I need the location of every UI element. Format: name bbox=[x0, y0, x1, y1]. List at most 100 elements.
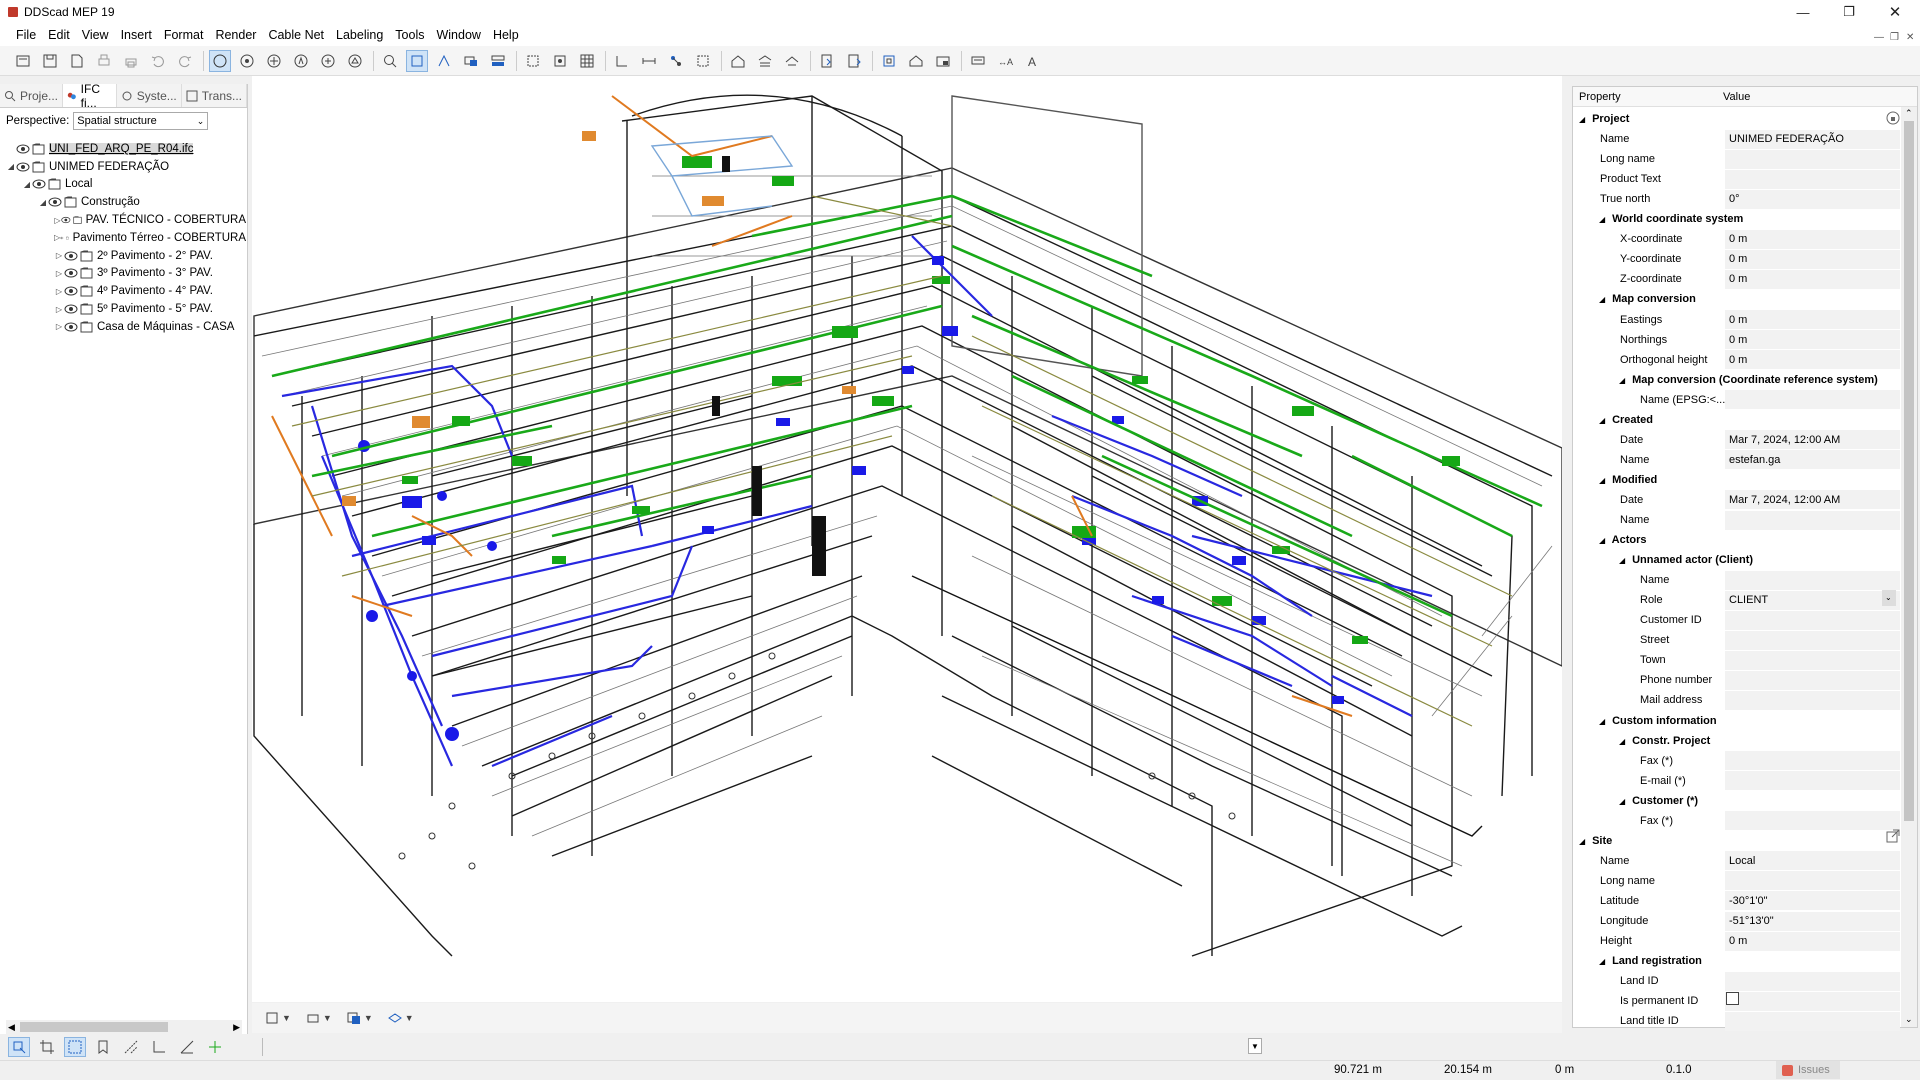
property-value[interactable] bbox=[1725, 811, 1900, 831]
menu-edit[interactable]: Edit bbox=[42, 28, 76, 42]
property-row[interactable]: Eastings 0 m bbox=[1573, 310, 1900, 330]
document-icon[interactable] bbox=[66, 50, 88, 72]
property-row[interactable]: Y-coordinate 0 m bbox=[1573, 249, 1900, 269]
property-row[interactable]: Fax (*) bbox=[1573, 751, 1900, 771]
save-icon[interactable] bbox=[39, 50, 61, 72]
tree-item[interactable]: ◢ Local bbox=[0, 176, 246, 194]
new-icon[interactable] bbox=[12, 50, 34, 72]
label-icon[interactable] bbox=[967, 50, 989, 72]
text-icon[interactable]: A bbox=[1021, 50, 1043, 72]
polar-tracking-icon[interactable] bbox=[120, 1037, 142, 1057]
property-row[interactable]: Longitude -51°13'0" bbox=[1573, 911, 1900, 931]
property-group[interactable]: ◢ Site bbox=[1573, 831, 1900, 851]
collapse-triangle-icon[interactable]: ◢ bbox=[1619, 797, 1629, 806]
scroll-down-icon[interactable]: ⌄ bbox=[1905, 1014, 1913, 1025]
issues-button[interactable]: Issues bbox=[1776, 1061, 1840, 1079]
select-area-icon[interactable] bbox=[692, 50, 714, 72]
expand-toggle-icon[interactable]: ▷ bbox=[54, 322, 64, 331]
property-value[interactable] bbox=[1725, 991, 1900, 1011]
property-value[interactable]: -51°13'0" bbox=[1725, 911, 1900, 931]
visibility-eye-icon[interactable] bbox=[16, 162, 30, 172]
restore-button[interactable]: ❐ bbox=[1826, 0, 1872, 24]
crop-icon[interactable] bbox=[36, 1037, 58, 1057]
property-group[interactable]: ◢ Unnamed actor (Client) bbox=[1573, 550, 1900, 570]
section-icon[interactable] bbox=[433, 50, 455, 72]
property-row[interactable]: X-coordinate 0 m bbox=[1573, 229, 1900, 249]
property-row[interactable]: Name estefan.ga bbox=[1573, 450, 1900, 470]
property-value[interactable]: 0 m bbox=[1725, 330, 1900, 350]
property-row[interactable]: Fax (*) bbox=[1573, 811, 1900, 831]
property-value[interactable]: 0 m bbox=[1725, 310, 1900, 329]
connect-icon[interactable] bbox=[665, 50, 687, 72]
menu-cable-net[interactable]: Cable Net bbox=[262, 28, 330, 42]
role-dropdown-button[interactable]: ⌄ bbox=[1882, 590, 1896, 606]
collapse-triangle-icon[interactable]: ◢ bbox=[1599, 215, 1609, 224]
snap-grid-icon[interactable] bbox=[64, 1037, 86, 1057]
property-value[interactable] bbox=[1725, 630, 1900, 650]
scroll-right-icon[interactable]: ▶ bbox=[233, 1022, 240, 1033]
scrollbar-thumb[interactable] bbox=[1904, 121, 1914, 821]
property-value[interactable]: estefan.ga bbox=[1725, 450, 1900, 470]
external-link-icon[interactable] bbox=[1886, 829, 1900, 843]
tree-item[interactable]: ▷ Casa de Máquinas - CASA bbox=[0, 318, 246, 336]
property-group[interactable]: ◢ Created bbox=[1573, 410, 1900, 430]
property-group[interactable]: ◢ Map conversion (Coordinate reference s… bbox=[1573, 370, 1900, 390]
fly-icon[interactable] bbox=[317, 50, 339, 72]
close-button[interactable]: ✕ bbox=[1872, 0, 1918, 24]
grid-dots-icon[interactable] bbox=[522, 50, 544, 72]
property-row[interactable]: Height 0 m bbox=[1573, 931, 1900, 951]
property-row[interactable]: Z-coordinate 0 m bbox=[1573, 269, 1900, 289]
select-pointer-icon[interactable] bbox=[8, 1037, 30, 1057]
property-group[interactable]: ◢ Land registration bbox=[1573, 951, 1900, 971]
visibility-eye-icon[interactable] bbox=[32, 179, 46, 189]
property-value[interactable]: 0 m bbox=[1725, 931, 1900, 951]
layer-stack-icon[interactable] bbox=[487, 50, 509, 72]
add-point-icon[interactable] bbox=[204, 1037, 226, 1057]
property-value[interactable]: Mar 7, 2024, 12:00 AM bbox=[1725, 430, 1900, 450]
property-value[interactable] bbox=[1725, 149, 1900, 169]
visibility-eye-icon[interactable] bbox=[64, 251, 78, 261]
visibility-eye-icon[interactable] bbox=[64, 286, 78, 296]
bookmark-icon[interactable] bbox=[92, 1037, 114, 1057]
3d-viewport[interactable] bbox=[252, 76, 1562, 1002]
property-value[interactable] bbox=[1725, 1011, 1900, 1031]
tree-item[interactable]: UNI_FED_ARQ_PE_R04.ifc bbox=[0, 140, 246, 158]
export-icon[interactable] bbox=[843, 50, 865, 72]
properties-scrollbar[interactable]: ⌃ ⌄ bbox=[1901, 107, 1917, 1027]
menu-help[interactable]: Help bbox=[487, 28, 525, 42]
collapse-triangle-icon[interactable]: ◢ bbox=[1599, 416, 1609, 425]
property-row[interactable]: Date Mar 7, 2024, 12:00 AM bbox=[1573, 490, 1900, 510]
menu-insert[interactable]: Insert bbox=[115, 28, 158, 42]
property-row[interactable]: Land ID bbox=[1573, 971, 1900, 991]
tree-item[interactable]: ▷ 4º Pavimento - 4° PAV. bbox=[0, 282, 246, 300]
expand-toggle-icon[interactable]: ▷ bbox=[54, 251, 64, 260]
object-snap-icon[interactable] bbox=[549, 50, 571, 72]
property-value[interactable]: Mar 7, 2024, 12:00 AM bbox=[1725, 490, 1900, 510]
layer-icon[interactable] bbox=[460, 50, 482, 72]
tab-project[interactable]: Proje... bbox=[0, 84, 64, 107]
render-settings-icon[interactable]: ▼ bbox=[387, 1010, 414, 1026]
collapse-triangle-icon[interactable]: ◢ bbox=[1599, 536, 1609, 545]
property-row[interactable]: Street bbox=[1573, 630, 1900, 650]
lock-icon[interactable] bbox=[1886, 111, 1900, 125]
collapse-triangle-icon[interactable]: ◢ bbox=[1579, 115, 1589, 124]
command-input[interactable] bbox=[262, 1038, 1262, 1056]
property-group[interactable]: ◢ Constr. Project bbox=[1573, 731, 1900, 751]
scroll-up-icon[interactable]: ⌃ bbox=[1905, 108, 1913, 119]
zoom-extents-icon[interactable] bbox=[406, 49, 428, 72]
collapse-triangle-icon[interactable]: ◢ bbox=[1599, 295, 1609, 304]
mdi-minimize-button[interactable]: — bbox=[1874, 32, 1884, 43]
property-row[interactable]: Orthogonal height 0 m bbox=[1573, 350, 1900, 370]
import-icon[interactable] bbox=[816, 50, 838, 72]
layers-icon[interactable]: ▼ bbox=[346, 1010, 373, 1026]
property-value[interactable]: 0 m bbox=[1725, 350, 1900, 370]
property-group[interactable]: ◢ Customer (*) bbox=[1573, 791, 1900, 811]
collapse-triangle-icon[interactable]: ◢ bbox=[1619, 737, 1629, 746]
property-group[interactable]: ◢ Project bbox=[1573, 109, 1900, 129]
property-value[interactable] bbox=[1725, 390, 1900, 410]
property-row[interactable]: Phone number bbox=[1573, 670, 1900, 690]
menu-labeling[interactable]: Labeling bbox=[330, 28, 389, 42]
window-frame-icon[interactable] bbox=[932, 50, 954, 72]
text-scale-icon[interactable]: ↔A bbox=[994, 50, 1016, 72]
tree-item[interactable]: ▷ Pavimento Térreo - COBERTURA bbox=[0, 229, 246, 247]
